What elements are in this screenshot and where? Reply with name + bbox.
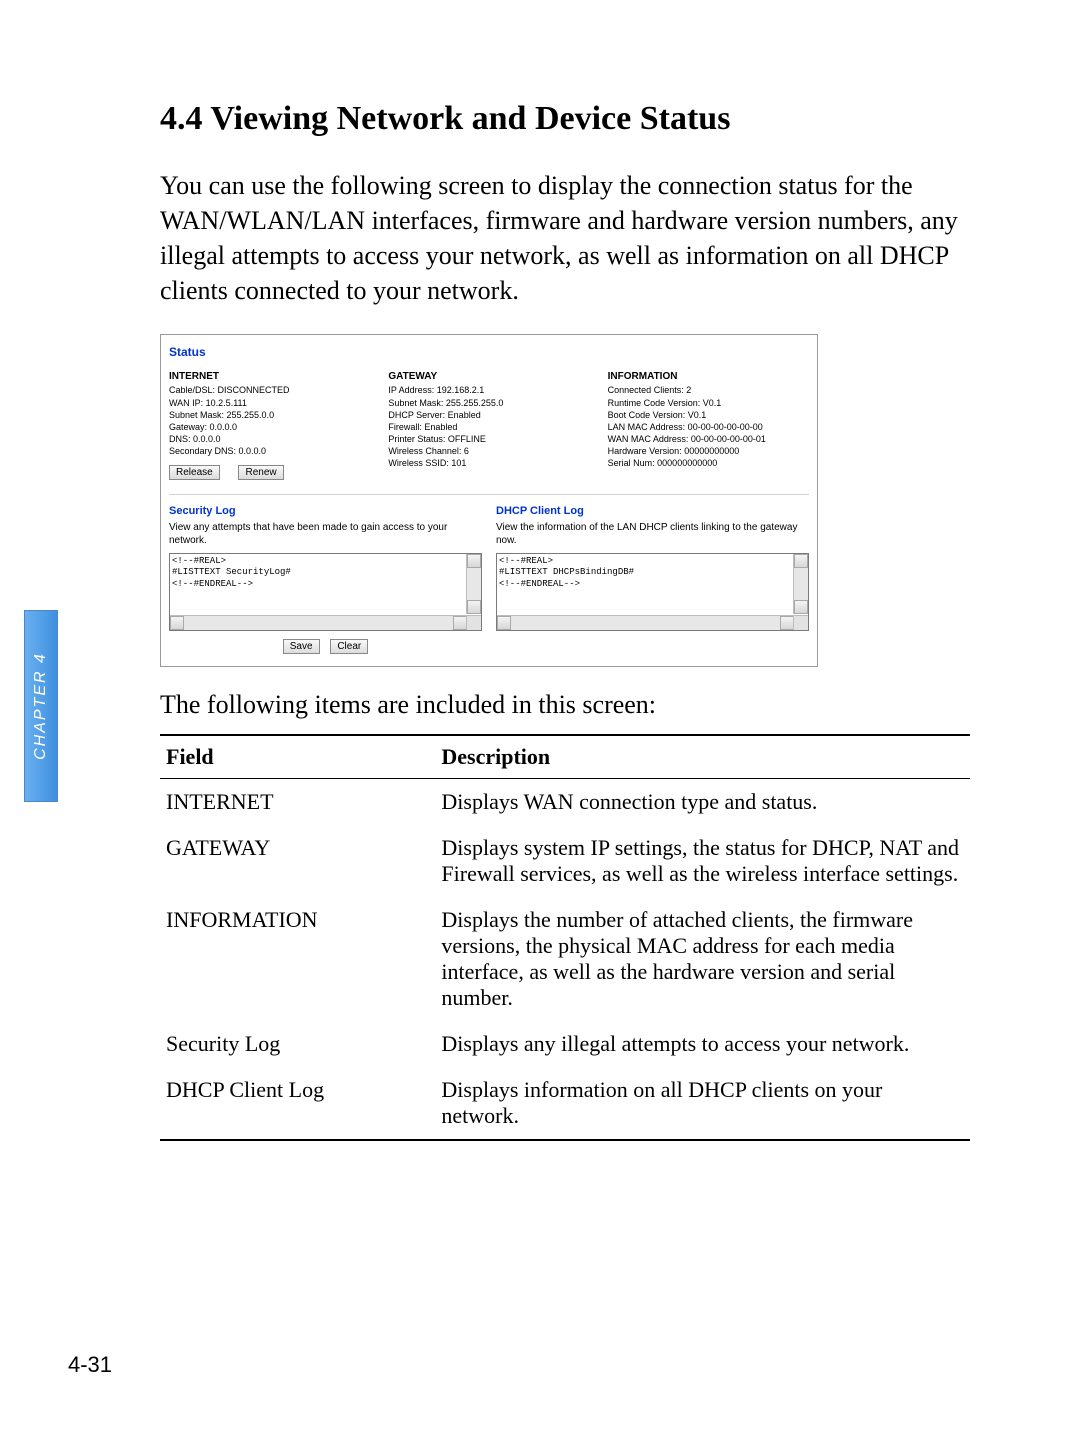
scrollbar-vertical[interactable] bbox=[466, 554, 481, 614]
gateway-firewall: Firewall: Enabled bbox=[388, 421, 589, 433]
scroll-corner bbox=[466, 615, 481, 630]
gateway-dhcp: DHCP Server: Enabled bbox=[388, 409, 589, 421]
security-log-content: <!--#REAL> #LISTTEXT SecurityLog# <!--#E… bbox=[172, 556, 465, 614]
status-columns: INTERNET Cable/DSL: DISCONNECTED WAN IP:… bbox=[169, 371, 809, 495]
scroll-corner bbox=[793, 615, 808, 630]
cell-desc: Displays system IP settings, the status … bbox=[435, 825, 970, 897]
internet-heading: INTERNET bbox=[169, 371, 370, 382]
gateway-heading: GATEWAY bbox=[388, 371, 589, 382]
info-lan-mac: LAN MAC Address: 00-00-00-00-00-00 bbox=[608, 421, 809, 433]
internet-dns: DNS: 0.0.0.0 bbox=[169, 433, 370, 445]
internet-subnet: Subnet Mask: 255.255.0.0 bbox=[169, 409, 370, 421]
info-serial: Serial Num: 000000000000 bbox=[608, 457, 809, 469]
info-boot: Boot Code Version: V0.1 bbox=[608, 409, 809, 421]
cell-desc: Displays WAN connection type and status. bbox=[435, 779, 970, 826]
dhcp-log-textarea[interactable]: <!--#REAL> #LISTTEXT DHCPsBindingDB# <!-… bbox=[496, 553, 809, 631]
gateway-ssid: Wireless SSID: 101 bbox=[388, 457, 589, 469]
info-hardware: Hardware Version: 00000000000 bbox=[608, 445, 809, 457]
cell-desc: Displays the number of attached clients,… bbox=[435, 897, 970, 1021]
save-button[interactable]: Save bbox=[283, 639, 320, 654]
table-row: DHCP Client Log Displays information on … bbox=[160, 1067, 970, 1140]
field-description-table: Field Description INTERNET Displays WAN … bbox=[160, 734, 970, 1141]
cell-field: DHCP Client Log bbox=[160, 1067, 435, 1140]
intro-paragraph: You can use the following screen to disp… bbox=[160, 168, 970, 308]
section-heading: 4.4 Viewing Network and Device Status bbox=[160, 100, 970, 138]
information-heading: INFORMATION bbox=[608, 371, 809, 382]
dhcp-log-heading: DHCP Client Log bbox=[496, 505, 809, 517]
internet-dns2: Secondary DNS: 0.0.0.0 bbox=[169, 445, 370, 457]
dhcp-log-content: <!--#REAL> #LISTTEXT DHCPsBindingDB# <!-… bbox=[499, 556, 792, 614]
security-log-heading: Security Log bbox=[169, 505, 482, 517]
internet-gateway: Gateway: 0.0.0.0 bbox=[169, 421, 370, 433]
status-screenshot: Status INTERNET Cable/DSL: DISCONNECTED … bbox=[160, 334, 818, 667]
cell-field: GATEWAY bbox=[160, 825, 435, 897]
release-button[interactable]: Release bbox=[169, 465, 220, 480]
table-row: INTERNET Displays WAN connection type an… bbox=[160, 779, 970, 826]
gateway-ip: IP Address: 192.168.2.1 bbox=[388, 384, 589, 396]
log-row: Security Log View any attempts that have… bbox=[169, 505, 809, 654]
renew-button[interactable]: Renew bbox=[238, 465, 283, 480]
gateway-printer: Printer Status: OFFLINE bbox=[388, 433, 589, 445]
table-row: GATEWAY Displays system IP settings, the… bbox=[160, 825, 970, 897]
status-title: Status bbox=[169, 345, 809, 359]
chapter-tab: CHAPTER 4 bbox=[24, 610, 58, 802]
cell-desc: Displays any illegal attempts to access … bbox=[435, 1021, 970, 1067]
info-runtime: Runtime Code Version: V0.1 bbox=[608, 397, 809, 409]
page-number: 4-31 bbox=[68, 1352, 112, 1378]
gateway-column: GATEWAY IP Address: 192.168.2.1 Subnet M… bbox=[388, 371, 589, 480]
table-row: INFORMATION Displays the number of attac… bbox=[160, 897, 970, 1021]
security-log-textarea[interactable]: <!--#REAL> #LISTTEXT SecurityLog# <!--#E… bbox=[169, 553, 482, 631]
after-figure-text: The following items are included in this… bbox=[160, 687, 970, 722]
clear-button[interactable]: Clear bbox=[330, 639, 368, 654]
scrollbar-vertical[interactable] bbox=[793, 554, 808, 614]
scrollbar-horizontal[interactable] bbox=[170, 615, 481, 630]
cell-desc: Displays information on all DHCP clients… bbox=[435, 1067, 970, 1140]
chapter-tab-label: CHAPTER 4 bbox=[32, 652, 50, 760]
dhcp-log-col: DHCP Client Log View the information of … bbox=[496, 505, 809, 654]
table-row: Security Log Displays any illegal attemp… bbox=[160, 1021, 970, 1067]
cell-field: INFORMATION bbox=[160, 897, 435, 1021]
internet-wan-ip: WAN IP: 10.2.5.111 bbox=[169, 397, 370, 409]
cell-field: INTERNET bbox=[160, 779, 435, 826]
info-wan-mac: WAN MAC Address: 00-00-00-00-00-01 bbox=[608, 433, 809, 445]
internet-cabledsl: Cable/DSL: DISCONNECTED bbox=[169, 384, 370, 396]
internet-column: INTERNET Cable/DSL: DISCONNECTED WAN IP:… bbox=[169, 371, 370, 480]
th-field: Field bbox=[160, 735, 435, 779]
info-clients: Connected Clients: 2 bbox=[608, 384, 809, 396]
dhcp-log-desc: View the information of the LAN DHCP cli… bbox=[496, 521, 809, 547]
gateway-subnet: Subnet Mask: 255.255.255.0 bbox=[388, 397, 589, 409]
gateway-channel: Wireless Channel: 6 bbox=[388, 445, 589, 457]
th-description: Description bbox=[435, 735, 970, 779]
security-log-desc: View any attempts that have been made to… bbox=[169, 521, 482, 547]
information-column: INFORMATION Connected Clients: 2 Runtime… bbox=[608, 371, 809, 480]
security-log-col: Security Log View any attempts that have… bbox=[169, 505, 482, 654]
scrollbar-horizontal[interactable] bbox=[497, 615, 808, 630]
cell-field: Security Log bbox=[160, 1021, 435, 1067]
